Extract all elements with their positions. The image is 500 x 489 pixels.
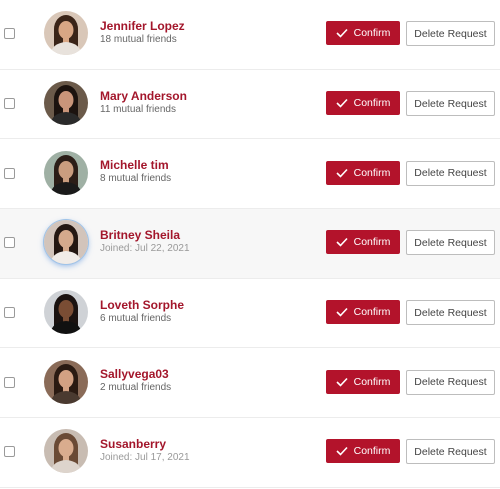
select-checkbox[interactable] xyxy=(4,167,15,179)
avatar[interactable] xyxy=(44,429,88,474)
confirm-button[interactable]: Confirm xyxy=(326,230,400,255)
delete-request-button[interactable]: Delete Request xyxy=(406,21,495,47)
avatar[interactable] xyxy=(44,359,88,404)
avatar[interactable] xyxy=(44,81,88,126)
requester-detail: 2 mutual friends xyxy=(100,382,172,394)
requester-detail: 8 mutual friends xyxy=(100,173,172,185)
friend-request-row: Jennifer Lopez 18 mutual friends Confirm De… xyxy=(0,0,500,70)
select-checkbox[interactable] xyxy=(4,237,15,249)
check-icon xyxy=(336,307,348,317)
check-icon xyxy=(336,446,348,457)
avatar[interactable] xyxy=(44,150,88,195)
requester-name[interactable]: Jennifer Lopez xyxy=(100,19,185,33)
avatar[interactable] xyxy=(44,11,88,56)
friend-request-list: Jennifer Lopez 18 mutual friends Confirm De… xyxy=(0,0,500,488)
check-icon xyxy=(336,237,348,248)
confirm-label: Confirm xyxy=(353,166,391,179)
friend-request-row: Susanberry Joined: Jul 17, 2021 Confirm Del… xyxy=(0,418,500,488)
avatar[interactable] xyxy=(44,220,88,265)
confirm-button[interactable]: Confirm xyxy=(326,21,400,46)
select-checkbox[interactable] xyxy=(4,28,15,40)
delete-request-button[interactable]: Delete Request xyxy=(406,160,495,186)
requester-name[interactable]: Loveth Sorphe xyxy=(100,298,184,312)
confirm-label: Confirm xyxy=(353,97,391,110)
check-icon xyxy=(336,98,348,108)
select-checkbox[interactable] xyxy=(4,98,15,110)
delete-request-button[interactable]: Delete Request xyxy=(406,230,495,256)
requester-detail: 18 mutual friends xyxy=(100,34,177,45)
requester-detail: 6 mutual friends xyxy=(100,312,172,324)
check-icon xyxy=(336,28,348,38)
confirm-label: Confirm xyxy=(353,445,391,458)
delete-request-button[interactable]: Delete Request xyxy=(406,369,495,395)
delete-request-button[interactable]: Delete Request xyxy=(406,300,495,326)
check-icon xyxy=(336,168,348,178)
select-checkbox[interactable] xyxy=(4,307,15,319)
requester-name[interactable]: Mary Anderson xyxy=(100,89,187,103)
confirm-button[interactable]: Confirm xyxy=(326,369,400,394)
select-checkbox[interactable] xyxy=(4,376,15,388)
avatar[interactable] xyxy=(44,290,88,335)
confirm-button[interactable]: Confirm xyxy=(326,91,400,116)
requester-name[interactable]: Sallyvega03 xyxy=(100,367,169,381)
requester-detail: Joined: Jul 22, 2021 xyxy=(100,243,190,255)
confirm-label: Confirm xyxy=(353,375,391,388)
confirm-label: Confirm xyxy=(353,306,391,319)
friend-request-row: Loveth Sorphe 6 mutual friends Confirm Dele… xyxy=(0,279,500,349)
requester-name[interactable]: Michelle tim xyxy=(100,158,169,172)
friend-request-row: Michelle tim 8 mutual friends Confirm Delet… xyxy=(0,139,500,210)
delete-request-button[interactable]: Delete Request xyxy=(406,439,495,465)
confirm-button[interactable]: Confirm xyxy=(326,160,400,185)
requester-detail: Joined: Jul 17, 2021 xyxy=(100,452,190,464)
delete-request-button[interactable]: Delete Request xyxy=(406,91,495,117)
requester-name[interactable]: Susanberry xyxy=(100,437,166,451)
check-icon xyxy=(336,377,348,387)
select-checkbox[interactable] xyxy=(4,446,15,458)
friend-request-row: Britney Sheila Joined: Jul 22, 2021 Confir… xyxy=(0,209,500,279)
requester-detail: 11 mutual friends xyxy=(100,103,176,115)
friend-request-row: Sallyvega03 2 mutual friends Confirm Delete… xyxy=(0,348,500,419)
confirm-label: Confirm xyxy=(353,27,391,40)
confirm-label: Confirm xyxy=(353,236,391,249)
requester-name[interactable]: Britney Sheila xyxy=(100,228,180,242)
confirm-button[interactable]: Confirm xyxy=(326,439,400,464)
confirm-button[interactable]: Confirm xyxy=(326,300,400,325)
friend-request-row: Mary Anderson 11 mutual friends Confirm Del… xyxy=(0,70,500,140)
